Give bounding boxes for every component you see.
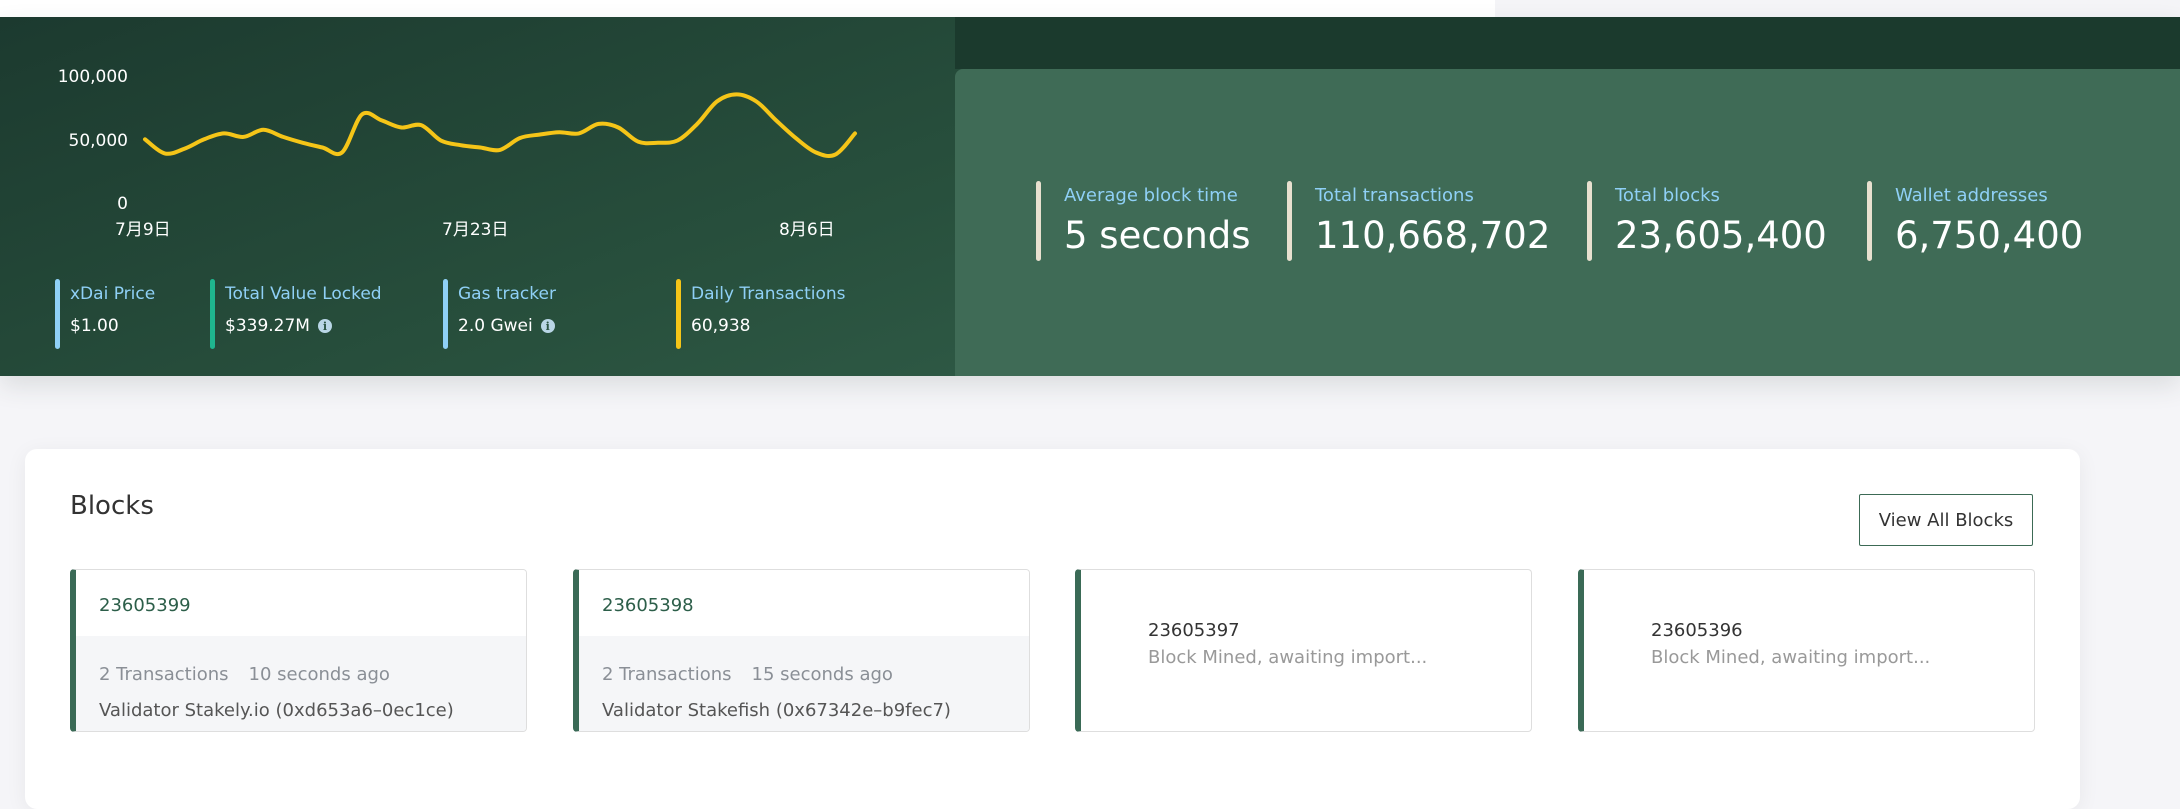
stat-value-text: 2.0 Gwei	[458, 316, 533, 336]
stat-label: Total Value Locked	[225, 284, 382, 304]
x-tick-label: 8月6日	[779, 220, 835, 240]
blocks-card: Blocks View All Blocks 23605399 2 Transa…	[25, 449, 2080, 809]
pending-block-tile: 23605397 Block Mined, awaiting import...	[1075, 569, 1532, 732]
block-number-link[interactable]: 23605398	[602, 595, 694, 616]
block-transactions-count[interactable]: 2 Transactions	[602, 664, 732, 685]
info-icon[interactable]: i	[540, 319, 555, 333]
stat-color-bar	[55, 279, 60, 349]
stat-value: 60,938	[691, 316, 846, 336]
pending-block-status: Block Mined, awaiting import...	[1651, 647, 1931, 668]
stat-value: 2.0 Gwei i	[458, 316, 556, 336]
daily-transactions-chart: 100,000 50,000 0 7月9日 7月23日 8月6日	[58, 67, 857, 240]
pending-block-tile: 23605396 Block Mined, awaiting import...	[1578, 569, 2035, 732]
stat-color-bar	[1287, 181, 1292, 261]
stat-label: Total blocks	[1615, 185, 1720, 206]
stat-value-text: 60,938	[691, 316, 751, 336]
y-tick-label: 0	[117, 194, 128, 214]
stat-color-bar	[1867, 181, 1872, 261]
block-age: 15 seconds ago	[751, 664, 893, 685]
block-number-link[interactable]: 23605399	[99, 595, 191, 616]
stat-color-bar	[443, 279, 448, 349]
stat-total-transactions: Total transactions 110,668,702	[1287, 181, 1550, 261]
block-tile[interactable]: 23605398 2 Transactions 15 seconds ago Va…	[573, 569, 1030, 732]
stat-label: Total transactions	[1315, 185, 1474, 206]
top-strip	[0, 0, 1495, 18]
block-validator[interactable]: Validator Stakely.io (0xd653a6–0ec1ce)	[99, 700, 454, 721]
block-tile[interactable]: 23605399 2 Transactions 10 seconds ago Va…	[70, 569, 527, 732]
x-tick-label: 7月23日	[442, 220, 508, 240]
info-icon[interactable]: i	[317, 319, 332, 333]
stat-value: $1.00	[70, 316, 155, 336]
pending-block-status: Block Mined, awaiting import...	[1148, 647, 1428, 668]
stat-color-bar	[210, 279, 215, 349]
stat-value: 6,750,400	[1895, 214, 2084, 257]
stat-label: Average block time	[1064, 185, 1238, 206]
stat-total-value-locked: Total Value Locked $339.27M i	[210, 279, 382, 349]
y-tick-label: 50,000	[69, 131, 128, 151]
y-tick-label: 100,000	[58, 67, 128, 87]
series-line-daily-transactions	[143, 92, 857, 158]
stat-label: Wallet addresses	[1895, 185, 2048, 206]
blocks-title: Blocks	[70, 491, 154, 521]
stat-value: 23,605,400	[1615, 214, 1827, 257]
dashboard-banner: 100,000 50,000 0 7月9日 7月23日 8月6日 xDai Pr…	[0, 17, 2180, 376]
view-all-blocks-button[interactable]: View All Blocks	[1859, 494, 2033, 546]
network-stats-panel: Average block time 5 seconds Total trans…	[955, 69, 2180, 376]
stat-value: 5 seconds	[1064, 214, 1251, 257]
pending-block-number: 23605397	[1148, 620, 1240, 641]
stat-label: xDai Price	[70, 284, 156, 304]
block-tile-body: 2 Transactions 10 seconds ago Validator S…	[76, 636, 526, 731]
stat-gas-tracker: Gas tracker 2.0 Gwei i	[443, 279, 556, 349]
block-meta: 2 Transactions 15 seconds ago	[602, 664, 893, 685]
stat-average-block-time: Average block time 5 seconds	[1036, 181, 1251, 261]
stat-value: $339.27M i	[225, 316, 382, 336]
block-age: 10 seconds ago	[248, 664, 390, 685]
top-strip-right	[1495, 0, 2180, 18]
pending-block-number: 23605396	[1651, 620, 1743, 641]
block-tile-body: 2 Transactions 15 seconds ago Validator S…	[579, 636, 1029, 731]
stat-total-blocks: Total blocks 23,605,400	[1587, 181, 1827, 261]
stat-color-bar	[1587, 181, 1592, 261]
stat-value-text: $1.00	[70, 316, 119, 336]
x-tick-label: 7月9日	[115, 220, 171, 240]
stat-color-bar	[1036, 181, 1041, 261]
stat-wallet-addresses: Wallet addresses 6,750,400	[1867, 181, 2083, 261]
stat-value-text: $339.27M	[225, 316, 310, 336]
block-validator[interactable]: Validator Stakefish (0x67342e–b9fec7)	[602, 700, 951, 721]
stat-color-bar	[676, 279, 681, 349]
block-meta: 2 Transactions 10 seconds ago	[99, 664, 390, 685]
stat-label: Gas tracker	[458, 284, 556, 304]
block-transactions-count[interactable]: 2 Transactions	[99, 664, 229, 685]
stat-daily-transactions: Daily Transactions 60,938	[676, 279, 846, 349]
stat-xdai-price: xDai Price $1.00	[55, 279, 155, 349]
stat-label: Daily Transactions	[691, 284, 846, 304]
dashboard-top-band	[955, 17, 2180, 69]
stat-value: 110,668,702	[1315, 214, 1551, 257]
